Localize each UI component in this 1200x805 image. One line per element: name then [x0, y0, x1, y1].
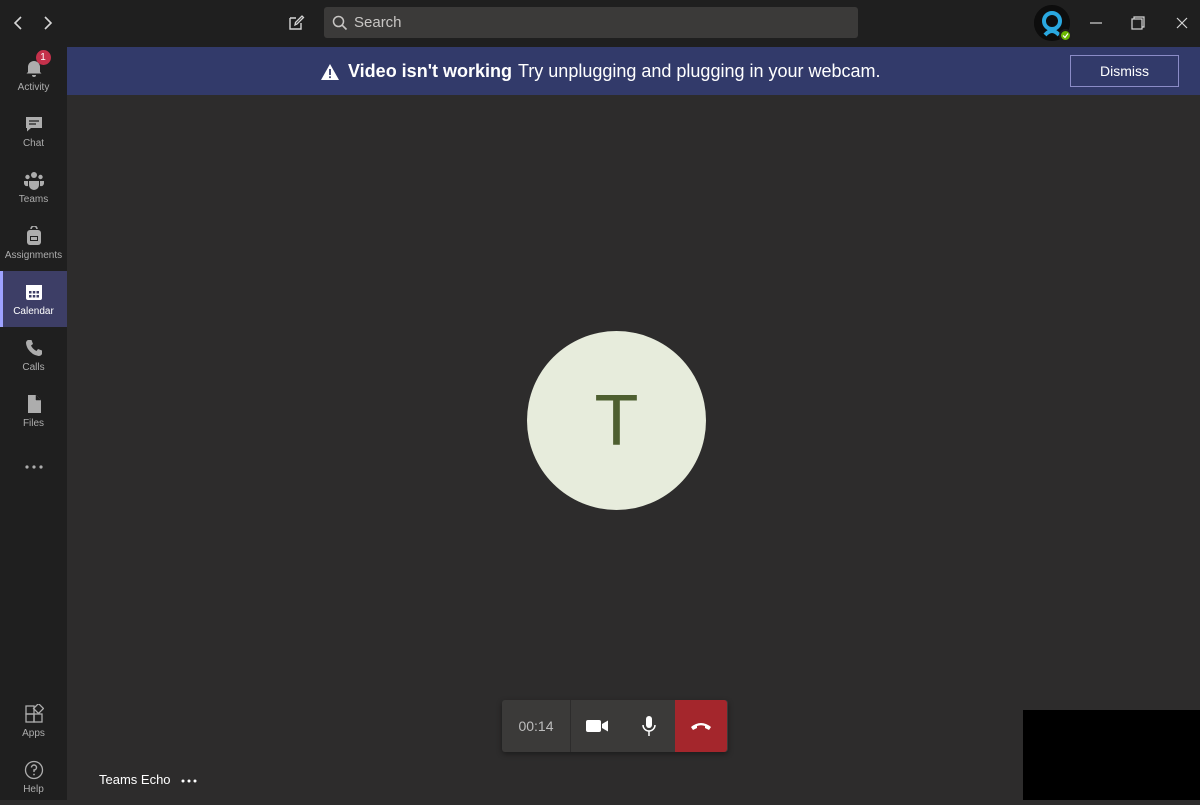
video-camera-icon: [586, 720, 608, 732]
backpack-icon: [23, 225, 45, 247]
rail-item-activity[interactable]: 1 Activity: [0, 47, 67, 103]
phone-icon: [23, 337, 45, 359]
minimize-button[interactable]: [1082, 10, 1110, 36]
help-icon: [23, 759, 45, 781]
calendar-icon: [23, 281, 45, 303]
search-icon: [332, 15, 348, 30]
banner-message: Video isn't working Try unplugging and p…: [320, 61, 881, 82]
call-controls: 00:14: [502, 700, 728, 752]
rail-label: Calendar: [13, 306, 54, 317]
file-icon: [23, 393, 45, 415]
caller-initial: T: [594, 380, 639, 461]
ellipsis-icon: [24, 465, 43, 469]
restore-button[interactable]: [1124, 10, 1152, 36]
rail-item-help[interactable]: Help: [0, 749, 67, 805]
status-available-icon: [1059, 29, 1072, 42]
banner-text: Try unplugging and plugging in your webc…: [517, 61, 881, 81]
minimize-icon: [1090, 22, 1102, 24]
self-video-preview: [1023, 710, 1200, 800]
new-chat-button[interactable]: [283, 10, 309, 36]
participant-name: Teams Echo: [99, 771, 171, 787]
rail-label: Files: [22, 418, 45, 429]
profile-avatar[interactable]: [1034, 5, 1072, 42]
forward-button[interactable]: [36, 10, 60, 36]
hang-up-button[interactable]: [675, 700, 727, 752]
chevron-right-icon: [44, 16, 53, 30]
microphone-toggle-button[interactable]: [623, 700, 675, 752]
caller-avatar: T: [527, 331, 706, 510]
microphone-icon: [642, 716, 656, 736]
close-icon: [1176, 17, 1188, 29]
rail-label: Chat: [22, 138, 45, 149]
close-button[interactable]: [1168, 10, 1196, 36]
rail-label: Help: [23, 784, 44, 795]
notification-badge: 1: [35, 50, 51, 65]
bell-icon: 1: [23, 50, 51, 79]
rail-label: Assignments: [4, 250, 63, 261]
app-rail: 1 Activity Chat Teams Assignments Calend…: [0, 47, 67, 800]
rail-label: Activity: [17, 82, 50, 93]
rail-item-apps[interactable]: Apps: [0, 693, 67, 749]
compose-icon: [289, 15, 305, 30]
title-bar: [0, 0, 1200, 47]
back-button[interactable]: [6, 10, 30, 36]
restore-icon: [1131, 16, 1145, 30]
rail-item-calendar[interactable]: Calendar: [0, 271, 67, 327]
warning-icon: [321, 63, 339, 80]
banner-title: Video isn't working: [348, 61, 512, 81]
search-box[interactable]: [324, 7, 858, 38]
hang-up-icon: [691, 723, 711, 730]
teams-icon: [23, 169, 45, 191]
video-warning-banner: Video isn't working Try unplugging and p…: [67, 47, 1200, 95]
rail-item-files[interactable]: Files: [0, 383, 67, 439]
participant-label: Teams Echo: [99, 770, 197, 788]
rail-item-calls[interactable]: Calls: [0, 327, 67, 383]
camera-toggle-button[interactable]: [571, 700, 623, 752]
chat-icon: [23, 113, 45, 135]
rail-label: Apps: [22, 728, 45, 739]
rail-label: Calls: [22, 362, 45, 373]
search-input[interactable]: [354, 14, 834, 31]
rail-more-button[interactable]: [0, 439, 67, 495]
call-timer: 00:14: [502, 700, 571, 752]
chevron-left-icon: [13, 16, 22, 30]
rail-item-assignments[interactable]: Assignments: [0, 215, 67, 271]
more-options-button[interactable]: [181, 770, 197, 788]
dismiss-button[interactable]: Dismiss: [1070, 55, 1179, 87]
apps-icon: [23, 703, 45, 725]
ellipsis-icon: [181, 779, 197, 783]
rail-item-chat[interactable]: Chat: [0, 103, 67, 159]
rail-label: Teams: [18, 194, 49, 205]
rail-item-teams[interactable]: Teams: [0, 159, 67, 215]
